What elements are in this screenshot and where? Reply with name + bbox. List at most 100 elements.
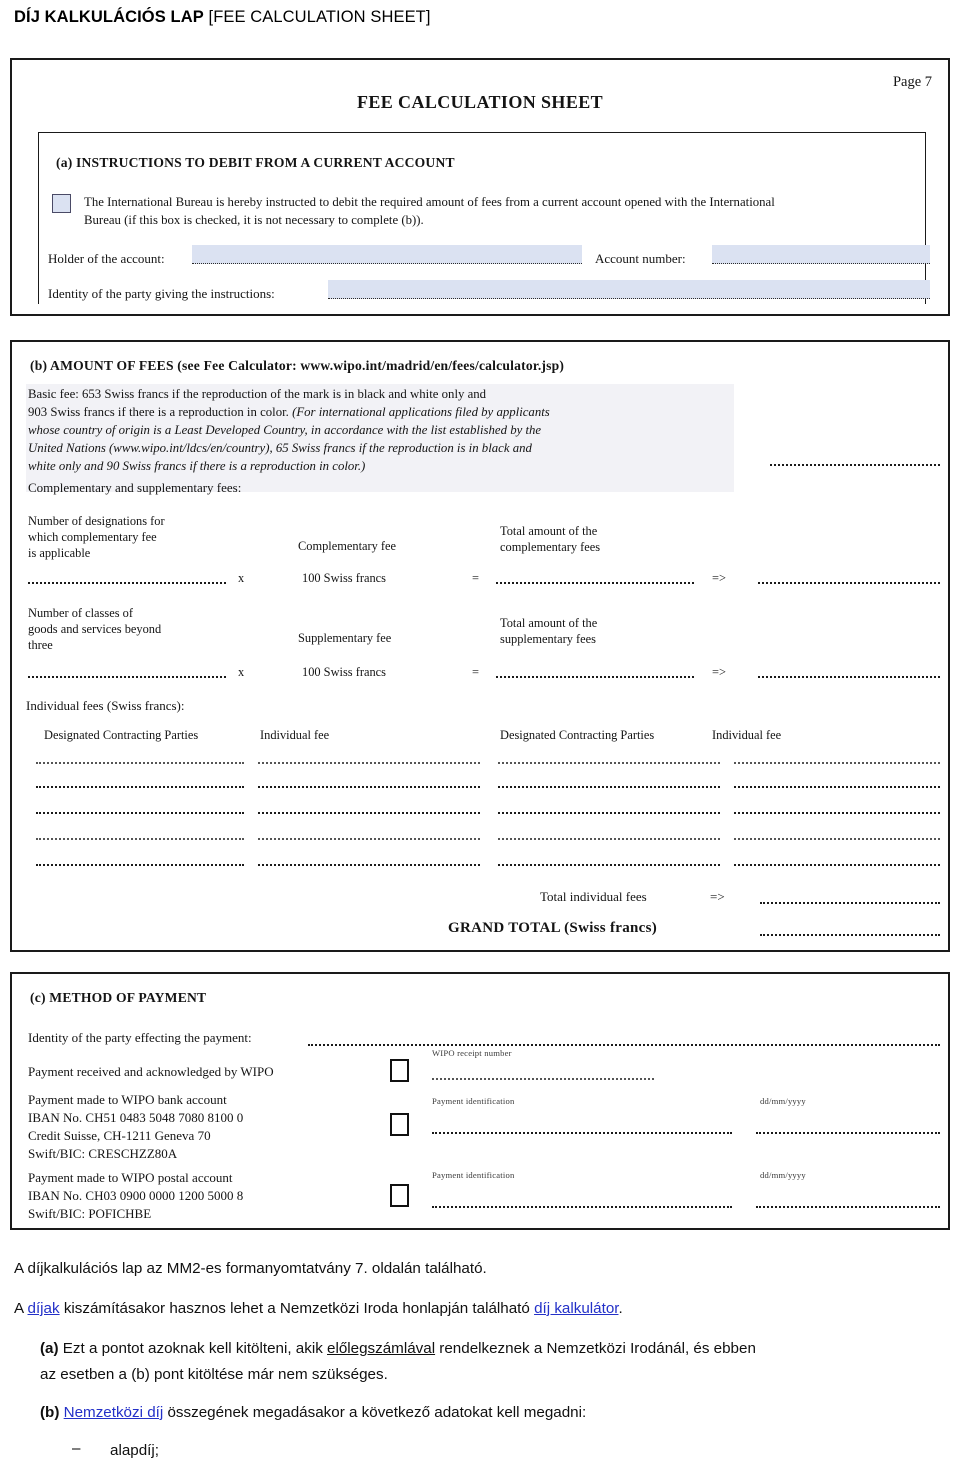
supplementary-arrow-symbol: => <box>712 665 726 679</box>
individual-fee-input[interactable] <box>734 864 940 866</box>
identity-payment-label: Identity of the party effecting the paym… <box>28 1030 252 1045</box>
complementary-count-input[interactable] <box>28 582 226 584</box>
individual-fee-input[interactable] <box>734 786 940 788</box>
wipo-receipt-number-input[interactable] <box>432 1078 654 1080</box>
complementary-count-label-l2: which complementary fee <box>28 530 157 544</box>
link-nemzetkozi-dij[interactable]: Nemzetközi díj <box>64 1404 164 1421</box>
individual-party-input[interactable] <box>36 838 244 840</box>
individual-col-header-0: Designated Contracting Parties <box>44 728 199 742</box>
individual-party-input[interactable] <box>498 812 720 814</box>
wipo-bank-swift: Swift/BIC: CRESCHZZ80A <box>28 1146 178 1161</box>
complementary-arrow-symbol: => <box>712 571 726 585</box>
individual-col-header-2: Designated Contracting Parties <box>500 728 655 742</box>
section-a-instruction-line2: Bureau (if this box is checked, it is no… <box>84 213 424 227</box>
wipo-postal-swift: Swift/BIC: POFICHBE <box>28 1206 152 1221</box>
complementary-count-label-l3: is applicable <box>28 546 91 560</box>
note-item-b: (b) Nemzetközi díj összegének megadásako… <box>40 1402 946 1424</box>
supplementary-fee-amount: 100 Swiss francs <box>302 665 386 679</box>
individual-fee-input[interactable] <box>258 812 480 814</box>
complementary-total-input[interactable] <box>496 582 694 584</box>
bank-payment-date-input[interactable] <box>756 1132 940 1134</box>
debit-account-checkbox[interactable] <box>52 194 71 213</box>
complementary-total-label-l2: complementary fees <box>500 540 601 554</box>
individual-party-input[interactable] <box>498 786 720 788</box>
basic-fee-italic-4: white only and 90 Swiss francs if there … <box>28 459 366 473</box>
supplementary-count-label-l2: goods and services beyond <box>28 622 162 636</box>
individual-party-input[interactable] <box>498 838 720 840</box>
note-line-2-suffix: . <box>618 1300 623 1317</box>
note-item-a-marker: (a) <box>40 1340 59 1357</box>
note-item-a-text2: rendelkeznek a Nemzetközi Irodánál, és e… <box>435 1340 756 1357</box>
note-item-a-line2: az esetben a (b) pont kitöltése már nem … <box>40 1366 388 1383</box>
note-line-2-middle: kiszámításakor hasznos lehet a Nemzetköz… <box>59 1300 535 1317</box>
grand-total-input[interactable] <box>760 934 940 936</box>
complementary-equals-symbol: = <box>472 571 479 585</box>
note-item-b-text: összegének megadásakor a következő adato… <box>163 1404 587 1421</box>
supplementary-total-label-l1: Total amount of the <box>500 616 598 630</box>
identity-instructions-label: Identity of the party giving the instruc… <box>48 286 275 301</box>
postal-payment-identification-input[interactable] <box>432 1206 732 1208</box>
individual-fee-input[interactable] <box>258 762 480 764</box>
individual-party-input[interactable] <box>498 864 720 866</box>
individual-fee-input[interactable] <box>258 786 480 788</box>
form-sheet-title: FEE CALCULATION SHEET <box>356 92 604 112</box>
payment-postal-checkbox[interactable] <box>390 1184 409 1207</box>
supplementary-multiply-symbol: x <box>238 665 245 679</box>
wipo-bank-iban: IBAN No. CH51 0483 5048 7080 8100 0 <box>28 1110 244 1125</box>
basic-fee-line2-text: 903 Swiss francs if there is a reproduct… <box>28 405 293 419</box>
supplementary-total-label-l2: supplementary fees <box>500 632 596 646</box>
payment-received-checkbox[interactable] <box>390 1059 409 1082</box>
bank-payment-identification-input[interactable] <box>432 1132 732 1134</box>
form-block-section-b: (b) AMOUNT OF FEES (see Fee Calculator: … <box>10 340 950 952</box>
link-dijak[interactable]: díjak <box>28 1300 60 1317</box>
supplementary-count-label-l1: Number of classes of <box>28 606 133 620</box>
form-page-number: Page 7 <box>892 74 932 90</box>
wipo-receipt-number-label: WIPO receipt number <box>432 1048 512 1058</box>
supplementary-count-label-l3: three <box>28 638 53 652</box>
individual-party-input[interactable] <box>36 762 244 764</box>
individual-fee-input[interactable] <box>734 838 940 840</box>
individual-party-input[interactable] <box>36 812 244 814</box>
individual-fee-input[interactable] <box>734 762 940 764</box>
wipo-postal-account-label: Payment made to WIPO postal account <box>28 1170 233 1185</box>
link-dij-kalkulator[interactable]: díj kalkulátor <box>534 1300 618 1317</box>
total-individual-fees-arrow: => <box>710 889 725 904</box>
grand-total-label: GRAND TOTAL (Swiss francs) <box>448 920 658 936</box>
individual-party-input[interactable] <box>498 762 720 764</box>
supplementary-carry-input[interactable] <box>758 676 940 678</box>
page-title: DÍJ KALKULÁCIÓS LAP [FEE CALCULATION SHE… <box>14 8 431 27</box>
supplementary-total-input[interactable] <box>496 676 694 678</box>
postal-payment-date-input[interactable] <box>756 1206 940 1208</box>
note-line-1: A díjkalkulációs lap az MM2-es formanyom… <box>14 1260 487 1277</box>
form-block-header-section-a: Page 7 FEE CALCULATION SHEET (a) INSTRUC… <box>10 58 950 316</box>
individual-col-header-3: Individual fee <box>712 728 782 742</box>
page-title-hungarian: DÍJ KALKULÁCIÓS LAP <box>14 8 204 26</box>
individual-party-input[interactable] <box>36 786 244 788</box>
section-a-heading: (a) INSTRUCTIONS TO DEBIT FROM A CURRENT… <box>56 155 455 170</box>
supplementary-count-input[interactable] <box>28 676 226 678</box>
individual-party-input[interactable] <box>36 864 244 866</box>
note-item-a-underlined: előlegszámlával <box>327 1340 436 1357</box>
bank-payment-date-label: dd/mm/yyyy <box>760 1096 806 1106</box>
individual-fee-input[interactable] <box>258 864 480 866</box>
basic-fee-italic-3: United Nations (www.wipo.int/ldcs/en/cou… <box>28 441 532 455</box>
note-line-2-prefix: A <box>14 1300 28 1317</box>
complementary-carry-input[interactable] <box>758 582 940 584</box>
bullet-item-1: alapdíj; <box>110 1442 159 1459</box>
individual-fee-input[interactable] <box>258 838 480 840</box>
account-number-input[interactable] <box>712 245 930 264</box>
basic-fee-amount-input[interactable] <box>770 464 940 466</box>
holder-of-account-input[interactable] <box>192 245 582 264</box>
wipo-bank-bank-name: Credit Suisse, CH-1211 Geneva 70 <box>28 1128 211 1143</box>
individual-fees-heading: Individual fees (Swiss francs): <box>26 698 185 713</box>
form-block-section-c: (c) METHOD OF PAYMENT Identity of the pa… <box>10 972 950 1230</box>
individual-fee-input[interactable] <box>734 812 940 814</box>
payment-bank-checkbox[interactable] <box>390 1113 409 1136</box>
total-individual-fees-input[interactable] <box>760 902 940 904</box>
basic-fee-italic-1: (For international applications filed by… <box>292 405 550 419</box>
identity-payment-input[interactable] <box>308 1044 940 1046</box>
supplementary-equals-symbol: = <box>472 665 479 679</box>
complementary-count-label-l1: Number of designations for <box>28 514 165 528</box>
complementary-supplementary-heading: Complementary and supplementary fees: <box>28 480 242 495</box>
identity-instructions-input[interactable] <box>328 280 930 299</box>
